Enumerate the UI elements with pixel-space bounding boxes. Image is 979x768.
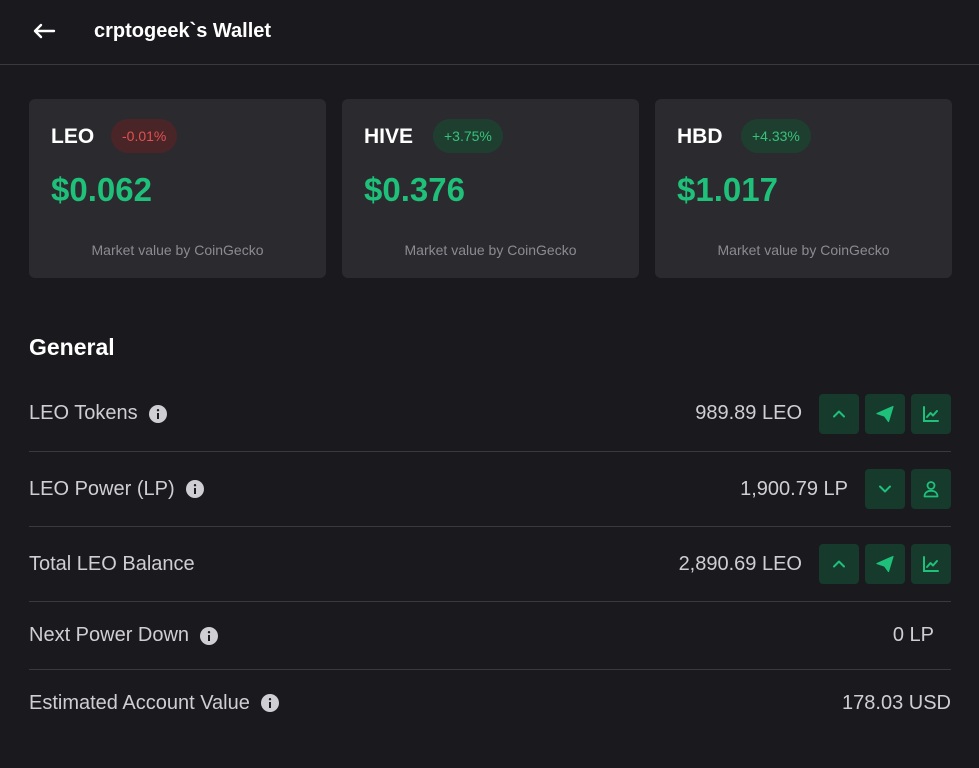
- token-symbol: HIVE: [364, 125, 414, 148]
- row-right: 178.03 USD: [842, 692, 951, 715]
- info-icon[interactable]: [148, 404, 167, 423]
- row-value: 178.03 USD: [842, 691, 951, 714]
- general-rows: LEO Tokens 989.89 LEO LEO Power (LP) 1,9…: [29, 376, 951, 736]
- price-change-badge: +3.75%: [433, 119, 503, 153]
- section-title-general: General: [29, 334, 115, 360]
- token-price: $0.376: [364, 171, 465, 208]
- row-label-wrap: Total LEO Balance: [29, 553, 195, 576]
- page-title: crptogeek`s Wallet: [94, 19, 272, 42]
- token-symbol: LEO: [51, 125, 95, 148]
- power-up-button[interactable]: [819, 544, 859, 584]
- row-label: Next Power Down: [29, 624, 190, 646]
- chart-button[interactable]: [911, 544, 951, 584]
- token-card-hbd: HBD +4.33% $1.017 Market value by CoinGe…: [655, 99, 952, 278]
- row-right: 989.89 LEO: [695, 393, 951, 434]
- token-card-hive: HIVE +3.75% $0.376 Market value by CoinG…: [342, 99, 639, 278]
- row-actions: [865, 469, 951, 509]
- row-actions: [819, 393, 951, 434]
- row-value: 0 LP: [892, 624, 934, 646]
- delegate-button[interactable]: [911, 469, 951, 509]
- row-right: 1,900.79 LP: [740, 469, 951, 509]
- user-icon: [923, 481, 939, 498]
- arrow-left-icon[interactable]: [32, 21, 58, 41]
- token-symbol: HBD: [677, 125, 723, 148]
- row-leo-tokens: LEO Tokens 989.89 LEO: [29, 376, 951, 452]
- row-right: 0 LP: [893, 624, 951, 647]
- token-cards: LEO -0.01% $0.062 Market value by CoinGe…: [29, 99, 952, 278]
- transfer-button[interactable]: [865, 393, 905, 434]
- market-source-label: Market value by CoinGecko: [91, 242, 264, 258]
- row-label-wrap: Next Power Down: [29, 624, 219, 647]
- row-label-wrap: Estimated Account Value: [29, 692, 279, 715]
- chevron-up-icon: [833, 560, 845, 568]
- info-icon[interactable]: [185, 480, 204, 498]
- info-icon[interactable]: [200, 626, 219, 645]
- row-label: Estimated Account Value: [29, 691, 250, 714]
- send-icon: [876, 555, 894, 573]
- token-price: $1.017: [677, 171, 778, 208]
- row-value: 1,900.79 LP: [740, 477, 848, 500]
- row-total-leo-balance: Total LEO Balance 2,890.69 LEO: [29, 527, 951, 602]
- row-estimated-account-value: Estimated Account Value 178.03 USD: [29, 670, 951, 736]
- row-value: 2,890.69 LEO: [678, 552, 802, 575]
- info-icon[interactable]: [260, 694, 279, 712]
- chevron-down-icon: [879, 485, 891, 493]
- market-source-label: Market value by CoinGecko: [717, 242, 890, 258]
- row-label-wrap: LEO Tokens: [29, 402, 167, 425]
- transfer-button[interactable]: [865, 544, 905, 584]
- power-up-button[interactable]: [819, 393, 859, 434]
- chart-button[interactable]: [911, 393, 951, 434]
- row-next-power-down: Next Power Down 0 LP: [29, 602, 951, 670]
- row-label-wrap: LEO Power (LP): [29, 478, 204, 501]
- power-down-button[interactable]: [865, 469, 905, 509]
- row-leo-power: LEO Power (LP) 1,900.79 LP: [29, 452, 951, 527]
- row-label: Total LEO Balance: [29, 552, 195, 575]
- token-card-leo: LEO -0.01% $0.062 Market value by CoinGe…: [29, 99, 326, 278]
- price-change-badge: +4.33%: [741, 119, 811, 153]
- row-label: LEO Power (LP): [29, 477, 175, 500]
- top-bar: crptogeek`s Wallet: [0, 0, 979, 65]
- market-source-label: Market value by CoinGecko: [404, 242, 577, 258]
- price-change-badge: -0.01%: [111, 119, 178, 153]
- row-actions: [819, 544, 951, 584]
- send-icon: [876, 405, 894, 422]
- chevron-up-icon: [833, 410, 845, 417]
- row-value: 989.89 LEO: [695, 402, 802, 424]
- token-price: $0.062: [51, 171, 152, 208]
- row-right: 2,890.69 LEO: [679, 544, 951, 584]
- row-label: LEO Tokens: [29, 402, 138, 424]
- chart-icon: [923, 405, 939, 422]
- chart-icon: [923, 556, 939, 572]
